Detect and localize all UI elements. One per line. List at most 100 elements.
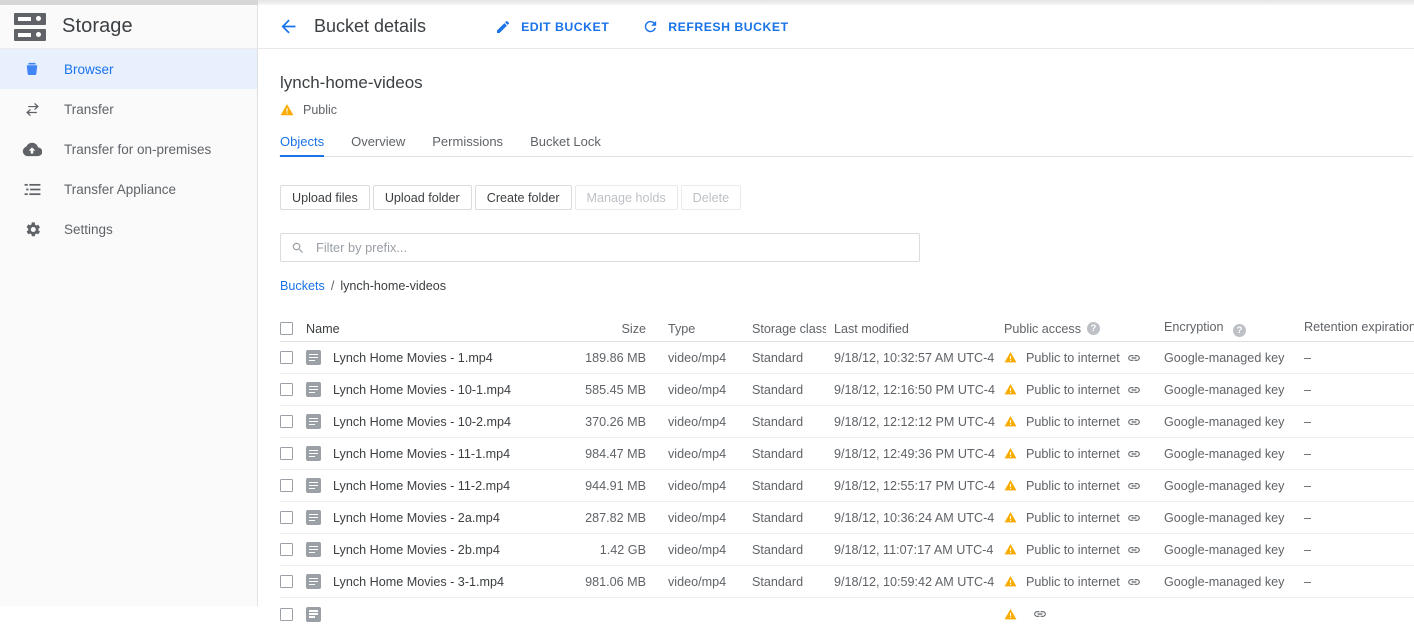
public-access-label: Public to internet — [1026, 447, 1120, 461]
object-name-link[interactable]: Lynch Home Movies - 11-2.mp4 — [333, 479, 510, 493]
object-last-modified: 9/18/12, 12:49:36 PM UTC-4 — [826, 447, 1004, 461]
object-name-cell: Lynch Home Movies - 3-1.mp4 — [306, 574, 566, 589]
arrow-left-icon[interactable] — [274, 13, 302, 41]
search-input[interactable] — [314, 239, 874, 256]
row-checkbox[interactable] — [280, 511, 293, 524]
column-header-name[interactable]: Name — [306, 322, 566, 336]
link-icon[interactable] — [1127, 383, 1141, 397]
table-row[interactable]: Lynch Home Movies - 3-1.mp4 981.06 MB vi… — [280, 566, 1414, 598]
link-icon[interactable] — [1127, 575, 1141, 589]
row-checkbox-cell — [280, 479, 306, 492]
object-public-access: Public to internet — [1004, 415, 1164, 429]
row-checkbox[interactable] — [280, 351, 293, 364]
warning-triangle-icon — [1004, 415, 1017, 428]
object-name-link[interactable]: Lynch Home Movies - 10-2.mp4 — [333, 415, 511, 429]
column-header-encryption-label: Encryption — [1164, 320, 1224, 334]
file-icon — [306, 350, 321, 365]
filter-by-prefix-box[interactable] — [280, 233, 920, 262]
column-header-public-access[interactable]: Public access ? — [1004, 322, 1164, 336]
object-encryption: Google-managed key — [1164, 383, 1304, 397]
table-row[interactable]: Lynch Home Movies - 10-1.mp4 585.45 MB v… — [280, 374, 1414, 406]
row-checkbox[interactable] — [280, 608, 293, 621]
refresh-icon — [641, 18, 659, 36]
column-header-public-access-label: Public access — [1004, 322, 1081, 336]
table-row[interactable]: Lynch Home Movies - 2b.mp4 1.42 GB video… — [280, 534, 1414, 566]
link-icon[interactable] — [1127, 447, 1141, 461]
table-row[interactable]: Lynch Home Movies - 10-2.mp4 370.26 MB v… — [280, 406, 1414, 438]
public-access-label: Public to internet — [1026, 511, 1120, 525]
row-checkbox[interactable] — [280, 383, 293, 396]
table-row[interactable]: Lynch Home Movies - 1.mp4 189.86 MB vide… — [280, 342, 1414, 374]
refresh-bucket-button[interactable]: REFRESH BUCKET — [641, 18, 788, 36]
object-retention: – — [1304, 479, 1414, 493]
tab-permissions[interactable]: Permissions — [432, 134, 503, 156]
link-icon[interactable] — [1127, 511, 1141, 525]
breadcrumb: Buckets / lynch-home-videos — [280, 279, 1414, 293]
table-row[interactable]: Lynch Home Movies - 2a.mp4 287.82 MB vid… — [280, 502, 1414, 534]
link-icon[interactable] — [1127, 543, 1141, 557]
column-header-retention[interactable]: Retention expiration date ? — [1304, 320, 1414, 337]
object-name-link[interactable]: Lynch Home Movies - 3-1.mp4 — [333, 575, 504, 589]
row-checkbox[interactable] — [280, 575, 293, 588]
object-name-link[interactable]: Lynch Home Movies - 11-1.mp4 — [333, 447, 510, 461]
link-icon[interactable] — [1127, 415, 1141, 429]
upload-folder-button[interactable]: Upload folder — [373, 185, 472, 210]
tab-objects[interactable]: Objects — [280, 134, 324, 156]
column-header-encryption[interactable]: Encryption ? — [1164, 320, 1304, 337]
upload-files-button[interactable]: Upload files — [280, 185, 370, 210]
row-checkbox[interactable] — [280, 415, 293, 428]
object-size: 585.45 MB — [566, 383, 646, 397]
object-name-link[interactable]: Lynch Home Movies - 1.mp4 — [333, 351, 493, 365]
refresh-bucket-label: REFRESH BUCKET — [668, 20, 788, 34]
object-encryption: Google-managed key — [1164, 351, 1304, 365]
column-header-size[interactable]: Size — [566, 322, 646, 336]
create-folder-button[interactable]: Create folder — [475, 185, 572, 210]
breadcrumb-buckets-link[interactable]: Buckets — [280, 279, 325, 293]
table-row[interactable]: Lynch Home Movies - 11-1.mp4 984.47 MB v… — [280, 438, 1414, 470]
sidebar-header: Storage — [0, 5, 257, 49]
sidebar-item-transfer-for-on-premises[interactable]: Transfer for on-premises — [0, 129, 257, 169]
object-name-cell: Lynch Home Movies - 11-2.mp4 — [306, 478, 566, 493]
object-name-cell: Lynch Home Movies - 2a.mp4 — [306, 510, 566, 525]
table-body: Lynch Home Movies - 1.mp4 189.86 MB vide… — [280, 342, 1414, 630]
column-header-last-modified[interactable]: Last modified — [826, 322, 1004, 336]
table-row[interactable] — [280, 598, 1414, 630]
edit-bucket-button[interactable]: EDIT BUCKET — [494, 18, 609, 36]
file-icon — [306, 478, 321, 493]
row-checkbox[interactable] — [280, 447, 293, 460]
link-icon[interactable] — [1127, 351, 1141, 365]
select-all-checkbox[interactable] — [280, 322, 293, 335]
bucket-name-heading: lynch-home-videos — [280, 73, 1414, 93]
link-icon[interactable] — [1033, 607, 1047, 621]
row-checkbox[interactable] — [280, 479, 293, 492]
object-storage-class: Standard — [730, 415, 826, 429]
row-checkbox[interactable] — [280, 543, 293, 556]
tab-bucket-lock[interactable]: Bucket Lock — [530, 134, 601, 156]
sidebar-item-label: Transfer — [64, 102, 114, 117]
object-retention: – — [1304, 511, 1414, 525]
table-row[interactable]: Lynch Home Movies - 11-2.mp4 944.91 MB v… — [280, 470, 1414, 502]
object-last-modified: 9/18/12, 12:55:17 PM UTC-4 — [826, 479, 1004, 493]
help-icon[interactable]: ? — [1087, 322, 1100, 335]
column-header-type[interactable]: Type — [646, 322, 730, 336]
tab-overview[interactable]: Overview — [351, 134, 405, 156]
sidebar-item-transfer-appliance[interactable]: Transfer Appliance — [0, 169, 257, 209]
sidebar-item-transfer[interactable]: Transfer — [0, 89, 257, 129]
object-name-link[interactable]: Lynch Home Movies - 2a.mp4 — [333, 511, 500, 525]
sidebar-item-browser[interactable]: Browser — [0, 49, 257, 89]
object-public-access: Public to internet — [1004, 383, 1164, 397]
sidebar-item-label: Transfer Appliance — [64, 182, 176, 197]
object-name-link[interactable]: Lynch Home Movies - 2b.mp4 — [333, 543, 500, 557]
object-type: video/mp4 — [646, 479, 730, 493]
object-encryption: Google-managed key — [1164, 415, 1304, 429]
public-access-label: Public to internet — [1026, 479, 1120, 493]
column-header-storage-class[interactable]: Storage class — [730, 322, 826, 336]
manage-holds-button: Manage holds — [575, 185, 678, 210]
object-storage-class: Standard — [730, 351, 826, 365]
object-public-access: Public to internet — [1004, 575, 1164, 589]
help-icon[interactable]: ? — [1233, 324, 1246, 337]
sidebar-item-settings[interactable]: Settings — [0, 209, 257, 249]
object-name-link[interactable]: Lynch Home Movies - 10-1.mp4 — [333, 383, 511, 397]
link-icon[interactable] — [1127, 479, 1141, 493]
object-retention: – — [1304, 415, 1414, 429]
